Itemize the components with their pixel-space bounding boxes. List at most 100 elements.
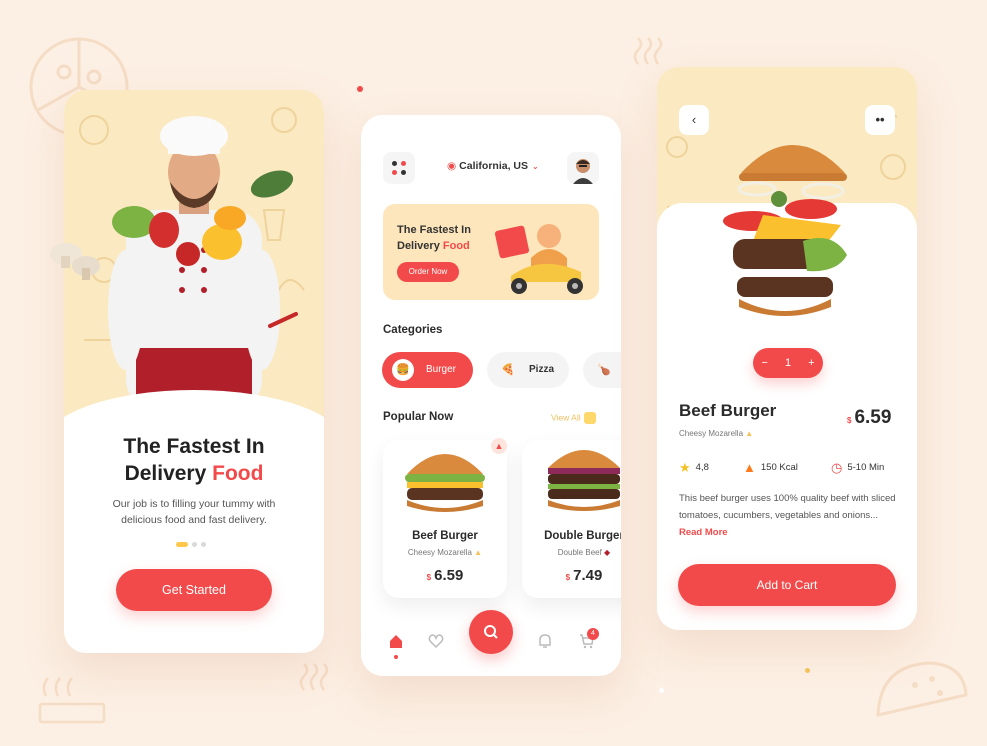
title-accent: Food (212, 462, 264, 485)
taco-doodle-icon (876, 661, 968, 717)
page-dot[interactable] (201, 542, 206, 547)
order-now-button[interactable]: Order Now (397, 262, 459, 282)
price-value: 6.59 (434, 567, 464, 584)
bell-icon[interactable] (537, 633, 553, 649)
search-icon (484, 625, 498, 639)
clock-icon: ◷ (831, 460, 843, 475)
arrow-right-icon (583, 412, 596, 424)
popular-now-title: Popular Now (383, 411, 454, 423)
more-dots-icon: •• (875, 112, 885, 127)
category-label: Burger (426, 364, 457, 375)
product-subtitle: Double Beef ◆ (522, 548, 621, 557)
time-value: 5-10 Min (847, 462, 885, 473)
price-value: 7.49 (573, 567, 603, 584)
decor-dot (659, 688, 664, 693)
banner-line-1: The Fastest In (397, 224, 471, 236)
get-started-button[interactable]: Get Started (116, 569, 272, 611)
view-all-label: View All (551, 412, 581, 423)
location-pin-icon: ◉ (447, 160, 457, 172)
currency-symbol: $ (426, 573, 432, 582)
cart-count-badge: 4 (587, 628, 599, 640)
onboarding-description: Our job is to filling your tummy with de… (112, 498, 276, 526)
quantity-value: 1 (784, 357, 792, 369)
avatar-icon (573, 159, 593, 184)
banner-line-2-text: Delivery (397, 240, 443, 252)
product-price: $6.59 (383, 567, 507, 584)
onboarding-screen: The Fastest In Delivery Food Our job is … (64, 90, 324, 653)
banner-title: The Fastest In Delivery Food (397, 222, 471, 254)
banner-accent: Food (442, 240, 470, 252)
cheese-icon: ▲ (474, 548, 483, 557)
title-line-2: Delivery Food (64, 460, 324, 487)
delivery-scooter-illustration (494, 224, 583, 294)
menu-grid-icon (392, 161, 406, 175)
page-dot[interactable] (192, 542, 197, 547)
currency-symbol: $ (847, 416, 852, 425)
cheese-icon: ▲ (745, 429, 754, 438)
steam-doodle-icon (633, 37, 663, 65)
decrease-button[interactable]: − (762, 357, 768, 369)
view-all-link[interactable]: View All (551, 412, 596, 424)
price-value: 6.59 (854, 407, 892, 428)
coffee-doodle-icon (38, 677, 106, 724)
product-subtitle: Cheesy Mozarella ▲ (383, 548, 507, 557)
quantity-stepper[interactable]: − 1 + (753, 348, 823, 378)
page-dot-active[interactable] (176, 542, 188, 547)
menu-button[interactable] (383, 152, 415, 184)
product-subtitle-text: Double Beef (557, 548, 602, 557)
calories-value: 150 Kcal (760, 462, 798, 473)
onboarding-title: The Fastest In Delivery Food (64, 433, 324, 487)
avatar[interactable] (567, 152, 599, 184)
home-active-dot (394, 655, 398, 659)
decor-dot (805, 668, 810, 673)
location-label: California, US (459, 160, 529, 172)
description-text: This beef burger uses 100% quality beef … (679, 493, 896, 521)
heart-icon[interactable] (428, 633, 444, 649)
decor-dot (357, 86, 363, 92)
category-chip-chicken[interactable]: 🍗 (583, 352, 621, 388)
star-icon: ★ (679, 460, 691, 475)
currency-symbol: $ (565, 573, 571, 582)
product-card[interactable]: Double Burger Double Beef ◆ $7.49 (522, 440, 621, 598)
location-selector[interactable]: ◉ California, US ⌄ (447, 160, 539, 172)
time-stat: ◷ 5-10 Min (831, 460, 884, 476)
home-icon[interactable] (388, 633, 404, 649)
add-to-cart-button[interactable]: Add to Cart (678, 564, 896, 606)
product-name: Beef Burger (679, 401, 777, 420)
product-name: Double Burger (544, 530, 621, 542)
title-line-1: The Fastest In (123, 435, 265, 458)
product-card[interactable]: ▲ Beef Burger Cheesy Mozarella ▲ $6.59 (383, 438, 507, 598)
product-price: $6.59 (847, 407, 891, 429)
product-name: Beef Burger (412, 530, 478, 542)
detail-screen: ‹ •• − 1 + Beef Burger Cheesy Mozarella … (657, 67, 917, 630)
search-button[interactable] (469, 610, 513, 654)
double-burger-image (548, 450, 620, 511)
product-subtitle: Cheesy Mozarella ▲ (679, 429, 753, 438)
product-description: This beef burger uses 100% quality beef … (679, 490, 901, 541)
fire-icon: ▲ (743, 460, 756, 475)
mushroom-illustration (50, 243, 100, 280)
burger-icon: 🍔 (392, 359, 414, 381)
rating-stat: ★ 4,8 (679, 460, 709, 476)
calories-stat: ▲ 150 Kcal (743, 460, 798, 475)
home-screen: ◉ California, US ⌄ The Fastest In Delivery… (361, 115, 621, 676)
pizza-icon: 🍕 (501, 364, 515, 376)
page-indicator (176, 542, 206, 547)
rating-value: 4,8 (695, 462, 709, 473)
fire-badge-icon: ▲ (491, 438, 507, 454)
category-chip-burger[interactable]: 🍔 Burger (382, 352, 473, 388)
categories-title: Categories (383, 324, 443, 336)
chicken-icon: 🍗 (597, 364, 611, 376)
steam-doodle-icon (299, 663, 329, 691)
chevron-left-icon: ‹ (691, 112, 697, 127)
category-chip-pizza[interactable]: 🍕 Pizza (487, 352, 569, 388)
banner-line-2: Delivery Food (397, 238, 471, 254)
back-button[interactable]: ‹ (679, 105, 709, 135)
increase-button[interactable]: + (808, 357, 814, 369)
product-subtitle-text: Cheesy Mozarella (407, 548, 472, 557)
promo-banner[interactable]: The Fastest In Delivery Food Order Now (383, 204, 599, 300)
read-more-link[interactable]: Read More (679, 527, 728, 538)
beef-burger-image (405, 454, 485, 512)
product-price: $7.49 (522, 567, 621, 584)
category-label: Pizza (529, 364, 555, 375)
